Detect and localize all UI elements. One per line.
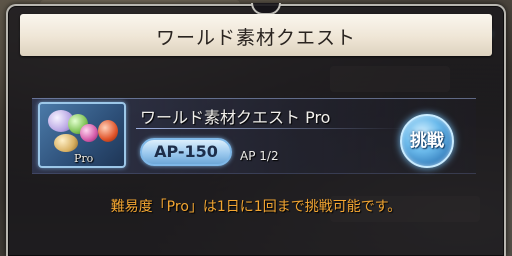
divider <box>136 128 406 129</box>
quest-thumbnail: Pro <box>38 102 126 168</box>
quest-name: ワールド素材クエスト Pro <box>140 108 331 127</box>
thumbnail-label: Pro <box>74 152 94 165</box>
challenge-button[interactable]: 挑戦 <box>400 114 454 168</box>
ap-badge: AP-150 <box>140 138 232 166</box>
dialog-title-bar: ワールド素材クエスト <box>20 14 492 56</box>
difficulty-notice: 難易度「Pro」は1日に1回まで挑戦可能です。 <box>110 199 402 215</box>
dialog-title: ワールド素材クエスト <box>155 27 356 49</box>
ap-cost-label: AP 1/2 <box>240 149 279 163</box>
